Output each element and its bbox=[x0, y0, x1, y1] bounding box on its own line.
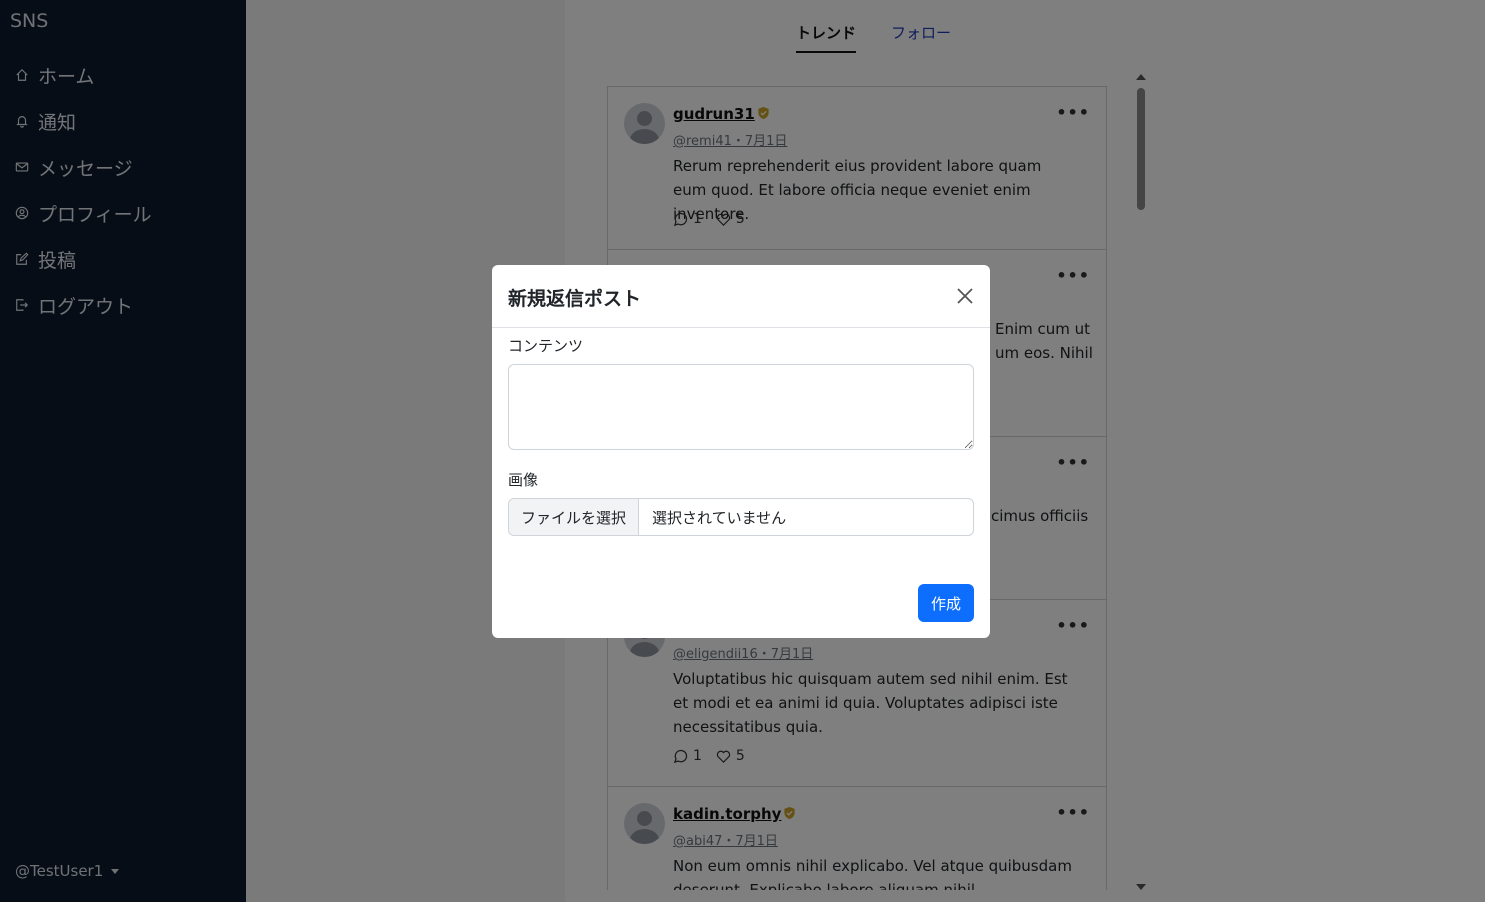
create-button[interactable]: 作成 bbox=[917, 584, 974, 622]
content-label: コンテンツ bbox=[508, 337, 584, 355]
image-file-input[interactable]: ファイルを選択 選択されていません bbox=[508, 498, 974, 536]
image-label: 画像 bbox=[508, 471, 539, 489]
choose-file-button[interactable]: ファイルを選択 bbox=[509, 499, 640, 535]
modal-title: 新規返信ポスト bbox=[508, 288, 642, 310]
close-icon[interactable] bbox=[954, 285, 976, 307]
content-textarea[interactable] bbox=[508, 364, 974, 450]
reply-post-modal: 新規返信ポスト コンテンツ 画像 ファイルを選択 選択されていません 作成 bbox=[492, 265, 990, 638]
modal-header: 新規返信ポスト bbox=[492, 265, 990, 328]
file-status-text: 選択されていません bbox=[652, 508, 787, 527]
